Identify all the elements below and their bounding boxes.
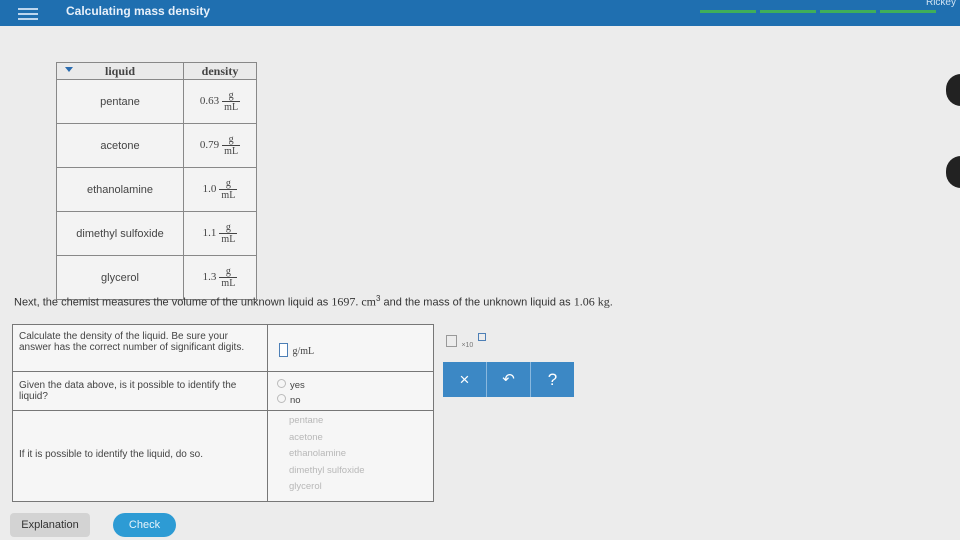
- liquid-name: pentane: [56, 79, 184, 124]
- progress-tabs: [700, 0, 940, 13]
- liquid-name: acetone: [56, 123, 184, 168]
- table-row: acetone 0.79 g mL: [56, 123, 257, 168]
- table-row: ethanolamine 1.0 g mL: [56, 167, 257, 212]
- density-value: 0.79 g mL: [183, 123, 257, 168]
- side-handle[interactable]: [946, 74, 960, 106]
- question-row-density: Calculate the density of the liquid. Be …: [13, 325, 433, 372]
- column-header-liquid[interactable]: liquid: [56, 62, 184, 80]
- collapse-arrow-icon[interactable]: [65, 67, 73, 72]
- user-name[interactable]: Rickey: [926, 0, 956, 8]
- top-bar: Calculating mass density Rickey: [0, 0, 960, 26]
- density-value: 1.1 g mL: [183, 211, 257, 256]
- question-row-which: If it is possible to identify the liquid…: [13, 411, 433, 501]
- option-dimethyl-sulfoxide[interactable]: dimethyl sulfoxide: [289, 465, 365, 476]
- side-handle[interactable]: [946, 156, 960, 188]
- column-header-density: density: [183, 62, 257, 80]
- undo-icon[interactable]: ↶: [487, 362, 531, 397]
- option-ethanolamine[interactable]: ethanolamine: [289, 448, 346, 459]
- question-grid: Calculate the density of the liquid. Be …: [12, 324, 434, 502]
- question-text: Given the data above, is it possible to …: [19, 380, 237, 402]
- help-button[interactable]: ?: [531, 362, 574, 397]
- problem-statement: Next, the chemist measures the volume of…: [14, 294, 613, 309]
- scientific-notation-tool[interactable]: ×10: [446, 333, 496, 354]
- option-no[interactable]: no: [277, 394, 301, 406]
- radio-icon[interactable]: [277, 379, 286, 388]
- menu-icon[interactable]: [18, 5, 38, 21]
- explanation-button[interactable]: Explanation: [10, 513, 90, 537]
- option-glycerol[interactable]: glycerol: [289, 481, 322, 492]
- option-pentane[interactable]: pentane: [289, 415, 323, 426]
- question-row-identify: Given the data above, is it possible to …: [13, 372, 433, 411]
- table-row: glycerol 1.3 g mL: [56, 255, 257, 300]
- liquid-name: glycerol: [56, 255, 184, 300]
- question-text: If it is possible to identify the liquid…: [19, 449, 203, 460]
- clear-button[interactable]: ×: [443, 362, 487, 397]
- density-table: liquid density pentane 0.63 g mL acetone 0…: [56, 62, 257, 300]
- table-row: dimethyl sulfoxide 1.1 g mL: [56, 211, 257, 256]
- exponent-box[interactable]: [477, 333, 486, 341]
- density-answer: g/mL: [279, 341, 314, 359]
- mantissa-box[interactable]: [446, 335, 457, 347]
- density-value: 0.63 g mL: [183, 79, 257, 124]
- liquid-name: dimethyl sulfoxide: [56, 211, 184, 256]
- action-toolbar: × ↶ ?: [443, 362, 574, 397]
- main-content: liquid density pentane 0.63 g mL acetone 0…: [0, 26, 960, 540]
- density-value: 1.0 g mL: [183, 167, 257, 212]
- check-button[interactable]: Check: [113, 513, 176, 537]
- question-text: Calculate the density of the liquid. Be …: [19, 331, 245, 353]
- table-row: pentane 0.63 g mL: [56, 79, 257, 124]
- unit-label: g/mL: [292, 346, 315, 357]
- page-title: Calculating mass density: [66, 4, 211, 18]
- option-acetone[interactable]: acetone: [289, 432, 323, 443]
- option-yes[interactable]: yes: [277, 379, 305, 391]
- radio-icon[interactable]: [277, 394, 286, 403]
- liquid-name: ethanolamine: [56, 167, 184, 212]
- density-input[interactable]: [279, 342, 288, 357]
- times-ten-label: ×10: [461, 342, 474, 349]
- density-value: 1.3 g mL: [183, 255, 257, 300]
